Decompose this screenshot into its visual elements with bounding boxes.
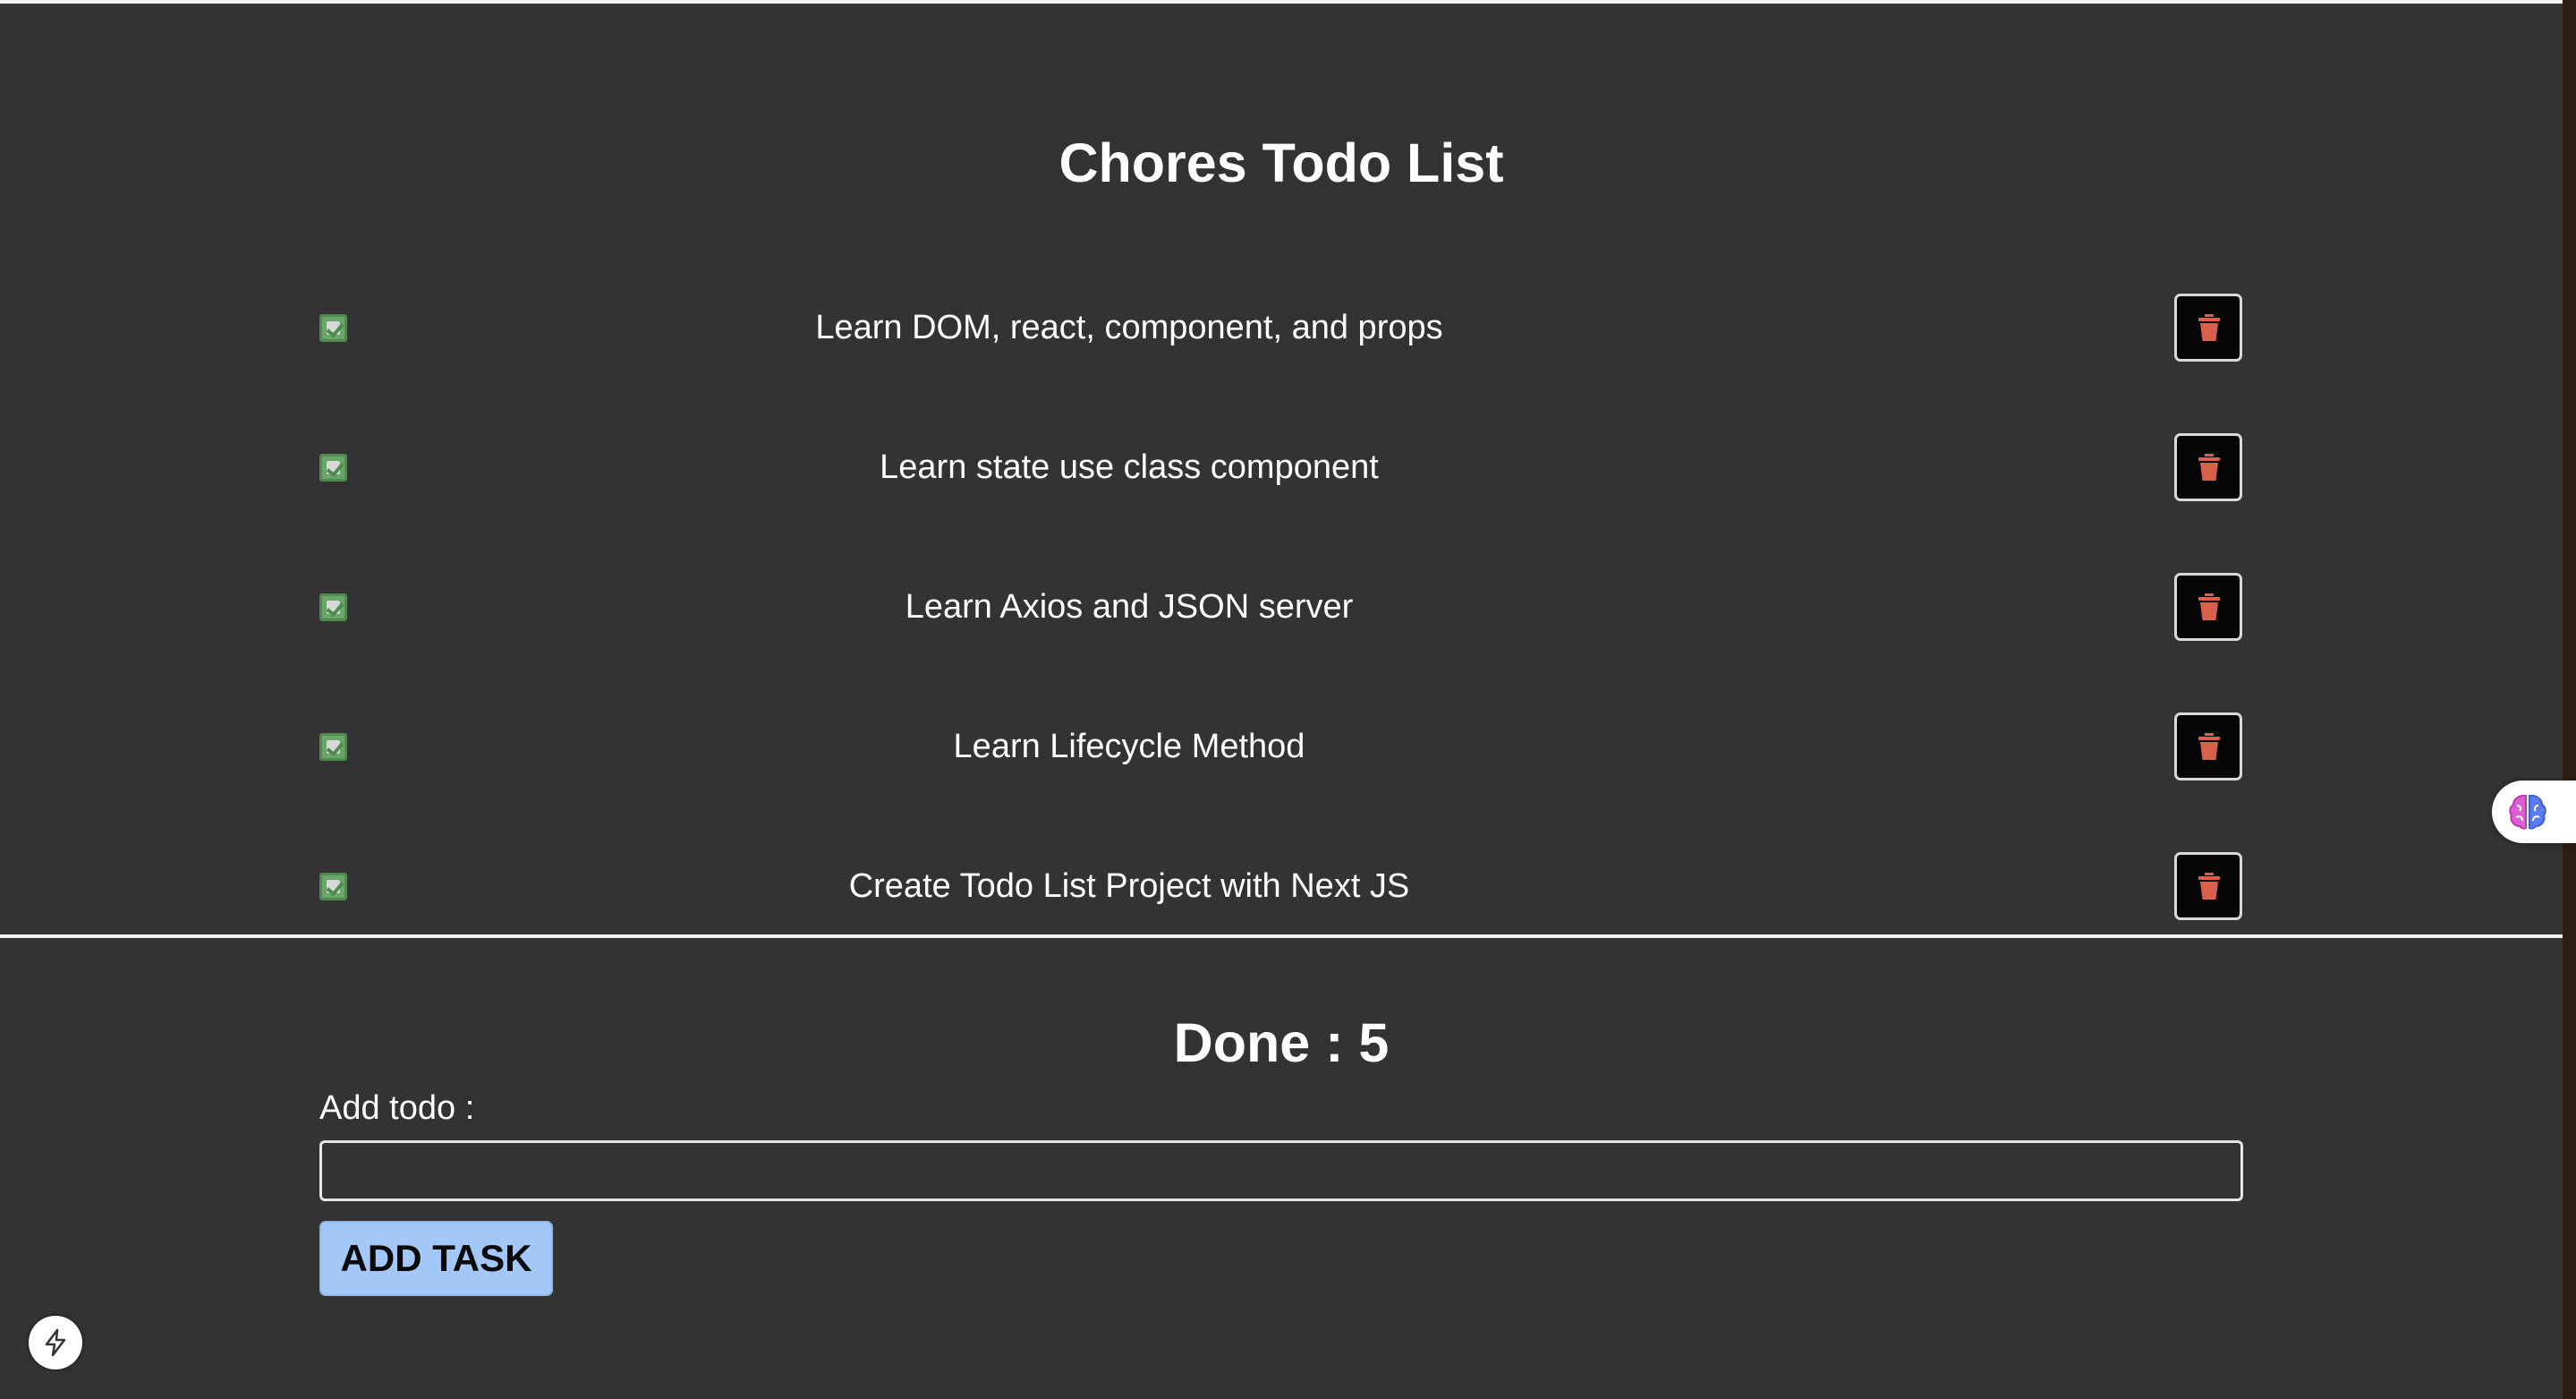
todo-item: Learn Lifecycle Method <box>319 712 2243 781</box>
add-todo-label: Add todo : <box>319 1089 475 1127</box>
todo-text: Learn Axios and JSON server <box>905 588 1354 626</box>
done-separator: : <box>1310 1011 1359 1073</box>
trash-icon <box>2198 314 2220 341</box>
todo-list: Learn DOM, react, component, and props L… <box>0 4 2563 934</box>
todo-app: Chores Todo List Learn DOM, react, compo… <box>0 4 2563 1399</box>
lightning-bolt-icon <box>45 1328 66 1357</box>
checkmark-icon <box>326 738 344 757</box>
todo-text: Learn Lifecycle Method <box>953 728 1305 765</box>
trash-icon <box>2198 593 2220 620</box>
checkmark-icon <box>326 458 344 478</box>
todo-item: Learn DOM, react, component, and props <box>319 294 2243 362</box>
delete-todo-button[interactable] <box>2174 573 2242 641</box>
window-right-edge <box>2563 0 2576 1399</box>
delete-todo-button[interactable] <box>2174 433 2242 501</box>
done-count-value: 5 <box>1358 1011 1390 1073</box>
checkmark-icon <box>326 319 344 338</box>
todo-text: Create Todo List Project with Next JS <box>848 867 1410 905</box>
extension-tab[interactable] <box>2492 781 2576 843</box>
todo-checkbox[interactable] <box>319 314 347 342</box>
done-label: Done <box>1173 1011 1311 1073</box>
trash-icon <box>2198 733 2220 760</box>
trash-icon <box>2198 873 2220 900</box>
delete-todo-button[interactable] <box>2174 294 2242 362</box>
todo-checkbox[interactable] <box>319 873 347 900</box>
delete-todo-button[interactable] <box>2174 852 2242 920</box>
delete-todo-button[interactable] <box>2174 712 2242 781</box>
checkmark-icon <box>326 877 344 897</box>
todo-item: Create Todo List Project with Next JS <box>319 852 2243 920</box>
section-divider <box>0 934 2563 938</box>
dev-indicator-button[interactable] <box>29 1316 82 1369</box>
todo-checkbox[interactable] <box>319 454 347 482</box>
todo-checkbox[interactable] <box>319 733 347 761</box>
done-counter: Done : 5 <box>0 1007 2563 1079</box>
todo-item: Learn Axios and JSON server <box>319 573 2243 641</box>
todo-checkbox[interactable] <box>319 593 347 621</box>
todo-item: Learn state use class component <box>319 433 2243 501</box>
add-todo-input[interactable] <box>319 1140 2243 1201</box>
brain-icon <box>2509 794 2546 830</box>
trash-icon <box>2198 454 2220 481</box>
checkmark-icon <box>326 598 344 618</box>
todo-text: Learn DOM, react, component, and props <box>815 309 1443 346</box>
todo-text: Learn state use class component <box>880 448 1379 486</box>
add-task-button[interactable]: ADD TASK <box>319 1221 553 1296</box>
